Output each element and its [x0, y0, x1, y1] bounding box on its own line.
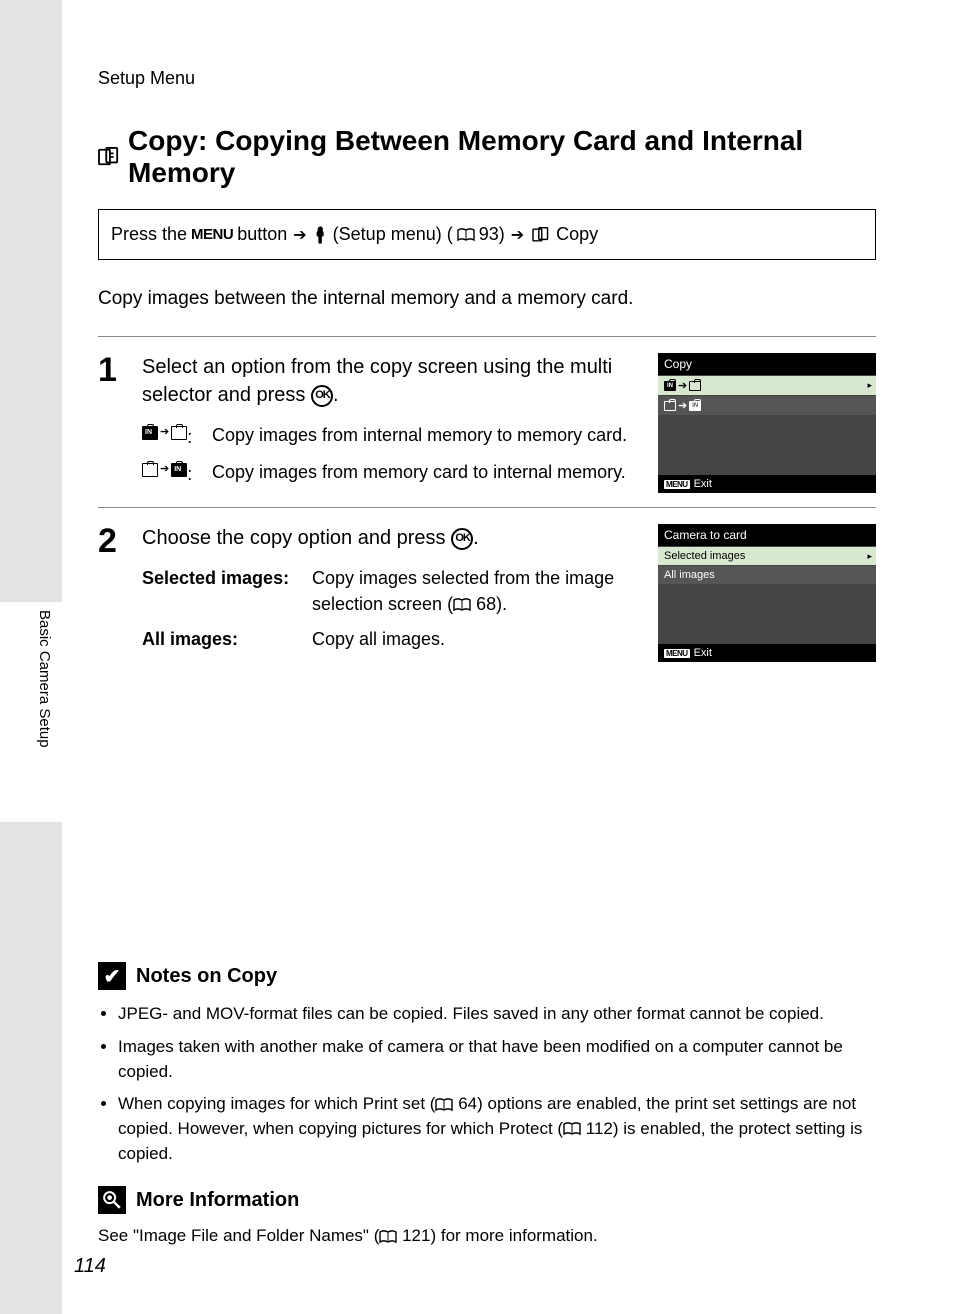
arrow-right-icon: ➔	[509, 225, 526, 245]
book-icon	[563, 1122, 581, 1136]
book-icon	[379, 1230, 397, 1244]
step-title-text: Choose the copy option and press	[142, 527, 451, 549]
breadcrumb: Setup Menu	[98, 68, 876, 89]
step-title-text: .	[473, 527, 479, 549]
more-info-text: See "Image File and Folder Names" ( 121)…	[98, 1226, 876, 1246]
internal-memory-icon: IN	[142, 426, 158, 440]
notes-item-text: When copying images for which Print set …	[118, 1094, 435, 1113]
book-icon	[435, 1098, 453, 1112]
ok-button-icon: OK	[451, 528, 473, 550]
option-row: All images: Copy all images.	[142, 627, 636, 652]
screen-row-label: Selected images	[664, 550, 745, 562]
screen-body	[658, 584, 876, 644]
arrow-right-icon: ➔	[160, 462, 169, 477]
notes-item: JPEG- and MOV-format files can be copied…	[118, 1002, 876, 1027]
option-desc: Copy images from memory card to internal…	[212, 460, 636, 487]
step-1-block: 1 Select an option from the copy screen …	[98, 336, 876, 497]
nav-path-box: Press the MENU button ➔ (Setup menu) ( 9…	[98, 209, 876, 260]
card-icon	[171, 426, 187, 440]
option-icon-label: IN ➔ :	[142, 423, 204, 450]
arrow-right-icon: ➔	[678, 399, 687, 412]
nav-text: (Setup menu) (	[333, 224, 453, 245]
option-row: Selected images: Copy images selected fr…	[142, 566, 636, 616]
check-box-icon: ✔	[98, 962, 126, 990]
card-icon	[664, 401, 676, 411]
step-title: Choose the copy option and press OK.	[142, 524, 636, 552]
notes-item: Images taken with another make of camera…	[118, 1035, 876, 1084]
page-title: Copy: Copying Between Memory Card and In…	[98, 125, 876, 189]
more-info-heading: More Information	[136, 1189, 299, 1212]
option-desc: Copy images from internal memory to memo…	[212, 423, 636, 450]
screen-row: ➔ IN	[658, 395, 876, 415]
nav-text: Press the	[111, 224, 187, 245]
more-info-block: More Information See "Image File and Fol…	[98, 1186, 876, 1246]
caret-right-icon: ▸	[867, 380, 872, 391]
wrench-icon	[313, 225, 329, 245]
book-icon	[457, 228, 475, 242]
screen-title: Camera to card	[658, 524, 876, 546]
step-title: Select an option from the copy screen us…	[142, 353, 636, 409]
option-label: Selected images:	[142, 566, 304, 616]
step-number: 2	[98, 524, 128, 662]
side-section-label: Basic Camera Setup	[36, 610, 53, 748]
menu-button-mini: MENU	[664, 480, 690, 489]
notes-list: JPEG- and MOV-format files can be copied…	[98, 1002, 876, 1166]
info-search-icon	[98, 1186, 126, 1214]
camera-screen-camera-to-card: Camera to card Selected images ▸ All ima…	[658, 524, 876, 662]
menu-button-label: MENU	[191, 226, 233, 243]
page-body: Setup Menu Copy: Copying Between Memory …	[62, 0, 954, 1314]
nav-text: Copy	[556, 224, 598, 245]
book-icon	[453, 598, 471, 612]
camera-screen-copy: Copy IN ➔ ▸ ➔ IN	[658, 353, 876, 493]
page-number: 114	[74, 1255, 106, 1278]
card-icon	[142, 463, 158, 477]
arrow-right-icon: ➔	[291, 225, 308, 245]
option-desc: Copy all images.	[312, 627, 636, 652]
step-title-text: .	[333, 384, 339, 406]
option-row: IN ➔ : Copy images from internal memory …	[142, 423, 636, 450]
screen-row-label: All images	[664, 569, 715, 581]
option-desc: Copy images selected from the image sele…	[312, 566, 636, 616]
copy-icon	[530, 225, 552, 245]
intro-text: Copy images between the internal memory …	[98, 288, 876, 310]
step-number: 1	[98, 353, 128, 497]
screen-row-selected: Selected images ▸	[658, 546, 876, 565]
arrow-right-icon: ➔	[160, 425, 169, 440]
more-info-text-part: 121) for more information.	[402, 1226, 598, 1245]
nav-text: button	[237, 224, 287, 245]
page-title-text: Copy: Copying Between Memory Card and In…	[128, 125, 876, 189]
option-row: ➔ IN : Copy images from memory card to i…	[142, 460, 636, 487]
nav-text: 93)	[479, 224, 505, 245]
screen-row-selected: IN ➔ ▸	[658, 375, 876, 395]
notes-item: When copying images for which Print set …	[118, 1092, 876, 1166]
screen-footer: MENU Exit	[658, 644, 876, 662]
menu-button-mini: MENU	[664, 649, 690, 658]
more-info-text-part: See "Image File and Folder Names" (	[98, 1226, 379, 1245]
arrow-right-icon: ➔	[678, 379, 687, 392]
caret-right-icon: ▸	[867, 551, 872, 562]
card-icon	[689, 381, 701, 391]
step-title-text: Select an option from the copy screen us…	[142, 356, 612, 406]
internal-memory-icon: IN	[689, 401, 701, 411]
screen-row: All images	[658, 565, 876, 584]
internal-memory-icon: IN	[664, 381, 676, 391]
notes-heading-row: ✔ Notes on Copy	[98, 962, 876, 990]
screen-exit-label: Exit	[694, 478, 712, 490]
internal-memory-icon: IN	[171, 463, 187, 477]
screen-title: Copy	[658, 353, 876, 375]
notes-heading: Notes on Copy	[136, 965, 277, 988]
notes-block: ✔ Notes on Copy JPEG- and MOV-format fil…	[98, 962, 876, 1166]
step-2-block: 2 Choose the copy option and press OK. S…	[98, 507, 876, 662]
more-info-heading-row: More Information	[98, 1186, 876, 1214]
option-icon-label: ➔ IN :	[142, 460, 204, 487]
option-label: All images:	[142, 627, 304, 652]
screen-body	[658, 415, 876, 475]
screen-footer: MENU Exit	[658, 475, 876, 493]
ok-button-icon: OK	[311, 385, 333, 407]
copy-icon	[98, 147, 120, 167]
screen-exit-label: Exit	[694, 647, 712, 659]
option-desc-text: 68).	[476, 594, 507, 614]
